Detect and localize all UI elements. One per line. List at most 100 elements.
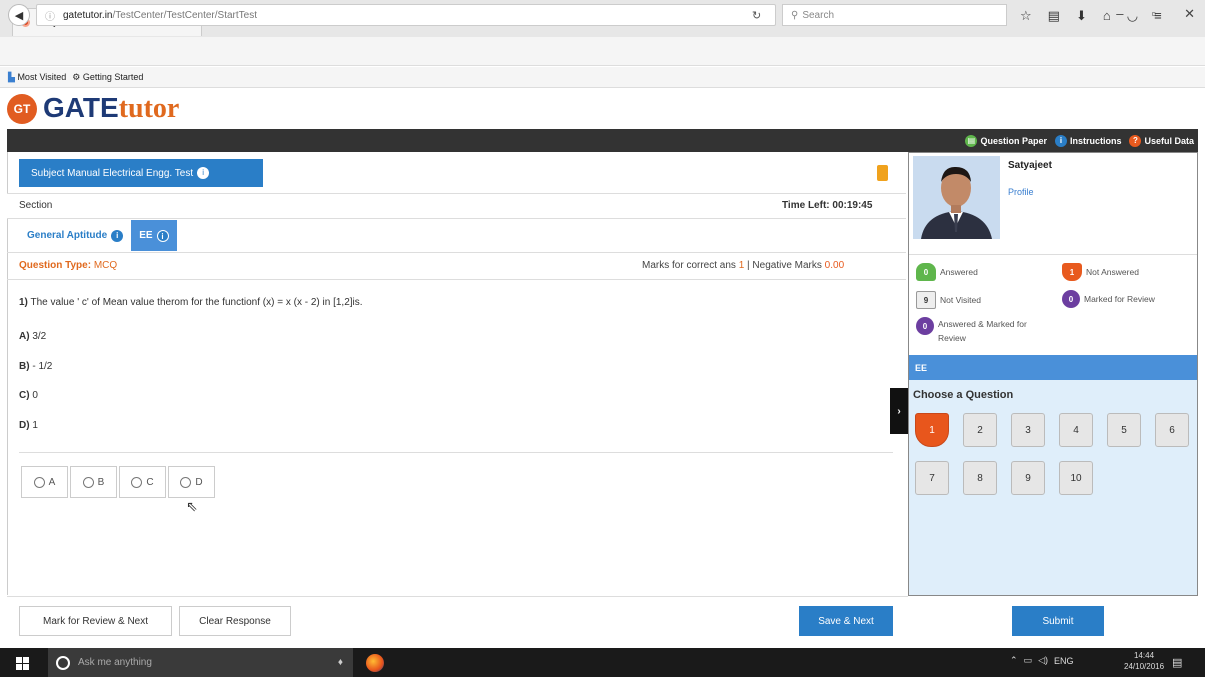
info-icon[interactable]: i bbox=[111, 229, 124, 242]
candidate-name: Satyajeet bbox=[1008, 160, 1052, 171]
calculator-icon[interactable] bbox=[877, 165, 888, 181]
answer-radio-a[interactable]: A bbox=[21, 466, 68, 498]
firefox-taskbar-icon[interactable] bbox=[366, 654, 384, 672]
tab-general-aptitude[interactable]: General Aptitude i bbox=[19, 220, 132, 251]
info-icon[interactable]: i bbox=[156, 229, 169, 242]
question-button-10[interactable]: 10 bbox=[1059, 461, 1093, 495]
info-icon: ⓘ bbox=[45, 11, 55, 23]
bookmark-getting-started[interactable]: ⚙ Getting Started bbox=[72, 72, 143, 83]
legend-answered: 0 Answered bbox=[916, 263, 978, 281]
question-paper-link[interactable]: ▤ Question Paper bbox=[965, 134, 1047, 147]
question-button-3[interactable]: 3 bbox=[1011, 413, 1045, 447]
section-tabs: General Aptitude i EE i bbox=[19, 220, 177, 251]
question-button-5[interactable]: 5 bbox=[1107, 413, 1141, 447]
answer-radio-d[interactable]: D bbox=[168, 466, 215, 498]
browser-search-input[interactable]: ⚲ Search bbox=[782, 4, 1007, 26]
question-button-2[interactable]: 2 bbox=[963, 413, 997, 447]
test-title-bar: Subject Manual Electrical Engg. Test i bbox=[19, 159, 263, 187]
network-icon[interactable]: ▭ bbox=[1024, 655, 1033, 666]
collapse-panel-button[interactable]: › bbox=[890, 388, 908, 434]
question-palette bbox=[909, 380, 1197, 595]
radio-icon[interactable] bbox=[82, 476, 94, 488]
choose-question-heading: Choose a Question bbox=[913, 389, 1014, 401]
language-indicator[interactable]: ENG bbox=[1054, 656, 1074, 666]
chevron-right-icon: › bbox=[897, 405, 901, 417]
mark-review-next-button[interactable]: Mark for Review & Next bbox=[19, 606, 172, 636]
question-type: Question Type: MCQ bbox=[19, 260, 118, 271]
gear-icon: ⚙ bbox=[72, 71, 81, 82]
answered-badge: 0 bbox=[916, 263, 936, 281]
tray-expand-icon[interactable]: ⌃ bbox=[1010, 655, 1018, 666]
question-button-7[interactable]: 7 bbox=[915, 461, 949, 495]
answer-radio-c[interactable]: C bbox=[119, 466, 166, 498]
test-title: Subject Manual Electrical Engg. Test bbox=[31, 167, 194, 179]
browser-nav-bar bbox=[0, 37, 1205, 66]
logo-text-tutor: tutor bbox=[118, 93, 180, 124]
taskbar-clock[interactable]: 14:44 24/10/2016 bbox=[1124, 650, 1164, 672]
question-text: 1) The value ' c' of Mean value therom f… bbox=[19, 297, 363, 308]
tab-ee[interactable]: EE i bbox=[131, 220, 177, 251]
back-button[interactable]: ◀ bbox=[8, 4, 30, 26]
test-info-icon[interactable]: i bbox=[197, 167, 210, 179]
volume-icon[interactable]: ◁) bbox=[1038, 655, 1048, 666]
url-host: gatetutor.in bbox=[63, 9, 113, 21]
radio-icon[interactable] bbox=[33, 476, 45, 488]
radio-icon[interactable] bbox=[131, 476, 143, 488]
instructions-link[interactable]: i Instructions bbox=[1054, 134, 1121, 147]
menu-icon[interactable]: ≡ bbox=[1154, 8, 1162, 24]
option-d: D) 1 bbox=[19, 420, 38, 431]
windows-start-icon[interactable] bbox=[16, 657, 29, 670]
question-button-9[interactable]: 9 bbox=[1011, 461, 1045, 495]
submit-button[interactable]: Submit bbox=[1012, 606, 1104, 636]
search-placeholder: Search bbox=[802, 9, 835, 21]
back-arrow-icon: ◀ bbox=[14, 9, 24, 22]
home-icon[interactable]: ⌂ bbox=[1103, 8, 1111, 24]
candidate-photo bbox=[913, 156, 1000, 239]
time-left-value: 00:19:45 bbox=[832, 200, 873, 211]
notifications-icon[interactable]: ▤ bbox=[1172, 656, 1182, 669]
legend-answered-marked: 0 Answered & Marked for Review bbox=[916, 317, 1056, 345]
reload-icon[interactable]: ↻ bbox=[752, 9, 761, 22]
reading-list-icon[interactable]: ▤ bbox=[1048, 8, 1060, 24]
answer-radio-b[interactable]: B bbox=[70, 466, 117, 498]
legend-not-answered: 1 Not Answered bbox=[1062, 263, 1139, 281]
answer-choices: A B C D bbox=[21, 466, 217, 498]
save-next-button[interactable]: Save & Next bbox=[799, 606, 893, 636]
profile-link[interactable]: Profile bbox=[1008, 187, 1034, 197]
question-button-1[interactable]: 1 bbox=[915, 413, 949, 447]
mouse-cursor-icon: ⇖ bbox=[186, 498, 198, 514]
address-bar[interactable]: ⓘ gatetutor.in/TestCenter/TestCenter/Sta… bbox=[36, 4, 776, 26]
system-tray: ⌃ ▭ ◁) ENG bbox=[1010, 655, 1074, 666]
question-button-4[interactable]: 4 bbox=[1059, 413, 1093, 447]
download-icon[interactable]: ⬇ bbox=[1076, 8, 1087, 24]
pocket-icon[interactable]: ◡ bbox=[1127, 8, 1138, 24]
info-icon: i bbox=[1054, 134, 1067, 147]
logo-badge: GT bbox=[7, 93, 37, 124]
palette-section-bar: EE bbox=[909, 355, 1197, 380]
section-row bbox=[7, 193, 906, 219]
help-icon: ? bbox=[1129, 134, 1142, 147]
folder-icon: ▙ bbox=[8, 71, 15, 82]
url-path: /TestCenter/TestCenter/StartTest bbox=[112, 9, 257, 21]
useful-data-link[interactable]: ? Useful Data bbox=[1129, 134, 1194, 147]
question-button-6[interactable]: 6 bbox=[1155, 413, 1189, 447]
radio-icon[interactable] bbox=[180, 476, 192, 488]
clear-response-button[interactable]: Clear Response bbox=[179, 606, 291, 636]
microphone-icon[interactable]: ♦ bbox=[338, 657, 343, 668]
time-left: Time Left: 00:19:45 bbox=[782, 200, 873, 211]
site-logo[interactable]: GT GATEtutor bbox=[7, 92, 179, 125]
browser-toolbar-icons: ☆ ▤ ⬇ ⌂ ◡ ≡ bbox=[1020, 8, 1162, 24]
not-answered-badge: 1 bbox=[1062, 263, 1082, 281]
legend-marked-review: 0 Marked for Review bbox=[1062, 290, 1155, 308]
question-button-8[interactable]: 8 bbox=[963, 461, 997, 495]
option-a: A) 3/2 bbox=[19, 331, 47, 342]
taskbar-search[interactable]: Ask me anything ♦ bbox=[48, 648, 353, 677]
close-window-icon[interactable]: ✕ bbox=[1184, 6, 1195, 22]
bookmark-most-visited[interactable]: ▙ Most Visited bbox=[8, 72, 66, 83]
bookmark-star-icon[interactable]: ☆ bbox=[1020, 8, 1032, 24]
clock-time: 14:44 bbox=[1134, 651, 1155, 660]
header-links-bar: ▤ Question Paper i Instructions ? Useful Da… bbox=[7, 129, 1198, 152]
legend-not-visited: 9 Not Visited bbox=[916, 291, 981, 309]
logo-text-gate: GATE bbox=[43, 92, 119, 123]
cortana-circle-icon bbox=[56, 655, 70, 670]
